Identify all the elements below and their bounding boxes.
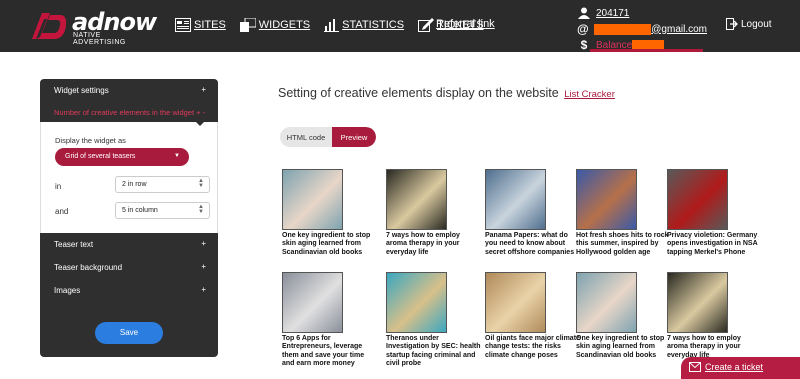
spinner-arrows-icon: ▲ ▼	[198, 204, 204, 215]
nav-statistics-label: STATISTICS	[342, 19, 405, 31]
teaser-image	[386, 272, 447, 333]
teaser-card[interactable]: 7 ways how to employ aroma therapy in yo…	[386, 169, 481, 257]
mail-icon	[689, 362, 701, 372]
teaser-card[interactable]: 7 ways how to employ aroma therapy in yo…	[667, 272, 762, 360]
teaser-card[interactable]: One key ingredient to stop skin aging le…	[576, 272, 671, 360]
account-id-row: 204171	[577, 6, 707, 20]
creative-count-row[interactable]: Number of creative elements in the widge…	[40, 100, 218, 122]
sites-icon	[175, 18, 191, 32]
tickets-icon	[418, 18, 435, 32]
logo-tagline: NATIVE ADVERTISING	[73, 32, 126, 46]
nav-widgets-label: WIDGETS	[258, 19, 311, 31]
expand-icon: +	[201, 262, 206, 271]
images-section[interactable]: Images +	[40, 279, 218, 302]
column-count-select[interactable]: 5 in column ▲ ▼	[115, 202, 210, 219]
collapse-icon: + -	[196, 108, 206, 117]
teaser-image	[282, 169, 343, 230]
row-count-value: 2 in row	[122, 181, 147, 188]
nav-statistics[interactable]: STATISTICS	[324, 18, 404, 32]
layout-settings-panel: Display the widget as Grid of several te…	[40, 121, 218, 233]
email-redaction	[593, 23, 652, 35]
row-count-select[interactable]: 2 in row ▲ ▼	[115, 176, 210, 193]
teaser-card[interactable]: Oil giants face major climate change tes…	[485, 272, 580, 360]
dollar-icon: $	[580, 38, 588, 52]
teaser-image	[386, 169, 447, 230]
statistics-icon	[324, 19, 340, 32]
expand-icon: +	[201, 285, 206, 294]
images-label: Images	[54, 286, 81, 295]
nav-sites-label: SITES	[194, 19, 226, 31]
teaser-image	[576, 169, 637, 230]
teaser-background-label: Teaser background	[54, 263, 123, 272]
account-email-row: @ @gmail.com	[577, 22, 707, 36]
teaser-caption: 7 ways how to employ aroma therapy in yo…	[386, 232, 460, 256]
widget-settings-header[interactable]: Widget settings +	[40, 79, 218, 100]
teaser-caption: Panama Papers: what do you need to know …	[485, 232, 575, 256]
referral-link[interactable]: Referral link	[436, 18, 495, 30]
logout-label: Logout	[741, 18, 772, 30]
teaser-card[interactable]: Hot fresh shoes hits to rock this summer…	[576, 169, 671, 257]
teaser-image	[667, 272, 728, 333]
expand-icon: +	[201, 85, 206, 94]
tab-html-code[interactable]: HTML code	[280, 127, 332, 147]
teaser-caption: One key ingredient to stop skin aging le…	[282, 232, 371, 256]
account-email[interactable]: @gmail.com	[651, 24, 707, 35]
teaser-text-label: Teaser text	[54, 240, 94, 249]
teaser-caption: Theranos under Investigation by SEC: hea…	[386, 335, 481, 368]
teaser-caption: Top 6 Apps for Entrepreneurs, leverage t…	[282, 335, 365, 368]
save-button[interactable]: Save	[95, 322, 163, 344]
logo-mark-icon	[32, 13, 67, 39]
widget-settings-sidebar: Widget settings + Number of creative ele…	[40, 79, 218, 357]
account-info: 204171 @ @gmail.com $ Balance	[577, 6, 707, 54]
logout-icon	[726, 18, 738, 30]
create-ticket-button[interactable]: Create a ticket	[681, 357, 800, 379]
site-link[interactable]: List Cracker	[564, 89, 615, 100]
expand-icon: +	[201, 239, 206, 248]
creative-count-label: Number of creative elements in the widge…	[54, 108, 195, 117]
view-tabs: HTML code Preview	[280, 127, 376, 147]
spinner-arrows-icon: ▲ ▼	[198, 178, 204, 189]
page-title-text: Setting of creative elements display on …	[278, 86, 559, 100]
teaser-image	[485, 272, 546, 333]
adnow-logo[interactable]: adnow NATIVE ADVERTISING	[30, 8, 157, 46]
logout-button[interactable]: Logout	[726, 18, 772, 30]
nav-widgets[interactable]: WIDGETS	[239, 18, 311, 32]
page-title: Setting of creative elements display on …	[278, 86, 615, 100]
teaser-background-section[interactable]: Teaser background +	[40, 256, 218, 279]
and-label: and	[55, 207, 69, 216]
teaser-caption: Privacy violetion: Germany opens investi…	[667, 232, 758, 256]
at-icon: @	[577, 22, 589, 36]
widgets-icon	[239, 18, 256, 32]
panel-caret-icon	[195, 121, 205, 126]
display-type-value: Grid of several teasers	[65, 153, 136, 160]
column-count-value: 5 in column	[122, 207, 158, 214]
in-label: in	[55, 182, 62, 191]
top-header: adnow NATIVE ADVERTISING SITES WIDGETS S…	[0, 0, 800, 52]
user-icon	[578, 7, 590, 19]
display-as-label: Display the widget as	[55, 136, 126, 145]
account-id[interactable]: 204171	[596, 8, 629, 19]
widget-settings-title: Widget settings	[54, 86, 109, 95]
create-ticket-label: Create a ticket	[705, 362, 764, 372]
teaser-card[interactable]: One key ingredient to stop skin aging le…	[282, 169, 377, 257]
nav-sites[interactable]: SITES	[175, 18, 226, 32]
teaser-image	[485, 169, 546, 230]
teaser-card[interactable]: Theranos under Investigation by SEC: hea…	[386, 272, 481, 369]
teaser-caption: Hot fresh shoes hits to rock this summer…	[576, 232, 669, 256]
teaser-caption: One key ingredient to stop skin aging le…	[576, 335, 665, 359]
dropdown-arrow-icon: ▼	[174, 153, 180, 159]
account-accent-bar	[590, 49, 703, 52]
teaser-image	[576, 272, 637, 333]
teaser-card[interactable]: Panama Papers: what do you need to know …	[485, 169, 580, 257]
teaser-card[interactable]: Privacy violetion: Germany opens investi…	[667, 169, 762, 257]
teaser-text-section[interactable]: Teaser text +	[40, 233, 218, 256]
tab-preview[interactable]: Preview	[332, 127, 376, 147]
display-type-select[interactable]: Grid of several teasers ▼	[55, 148, 189, 166]
teaser-card[interactable]: Top 6 Apps for Entrepreneurs, leverage t…	[282, 272, 377, 369]
teaser-caption: Oil giants face major climate change tes…	[485, 335, 580, 359]
teaser-image	[667, 169, 728, 230]
teaser-image	[282, 272, 343, 333]
